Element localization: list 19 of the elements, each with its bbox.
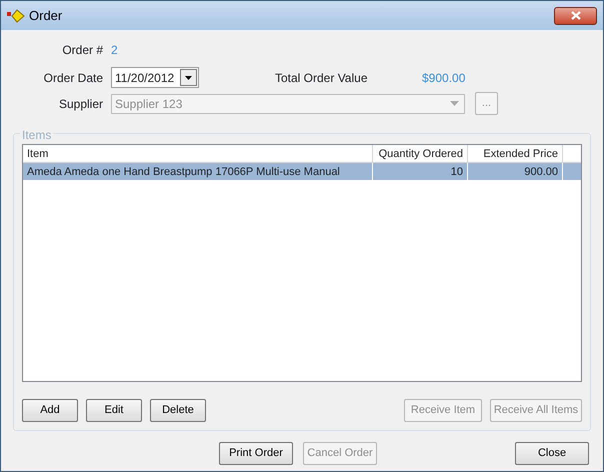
field-label: Total Order Value (275, 70, 368, 86)
field-label: Supplier (58, 96, 104, 112)
close-button[interactable] (554, 6, 597, 24)
field-label: Order # (61, 42, 104, 59)
dialog-button[interactable]: Print Order (219, 442, 293, 465)
window-title: Order (29, 6, 62, 25)
table-cell: Ameda Ameda one Hand Breastpump 17066P Multi-use Manual (23, 163, 373, 180)
table-cell: 10 (373, 163, 468, 180)
close-icon (570, 11, 580, 20)
order-number: 2 (111, 42, 118, 59)
dialog-button[interactable]: Close (515, 442, 589, 465)
field-label: Order Date (42, 70, 104, 86)
table-cell: 900.00 (468, 163, 563, 180)
total-value: $900.00 (422, 70, 466, 86)
caret-icon (450, 101, 459, 106)
app-icon (7, 8, 25, 22)
date-field[interactable]: 11/20/2012 (111, 67, 199, 88)
caret-icon (185, 76, 192, 80)
dropdown-button[interactable] (180, 69, 197, 86)
